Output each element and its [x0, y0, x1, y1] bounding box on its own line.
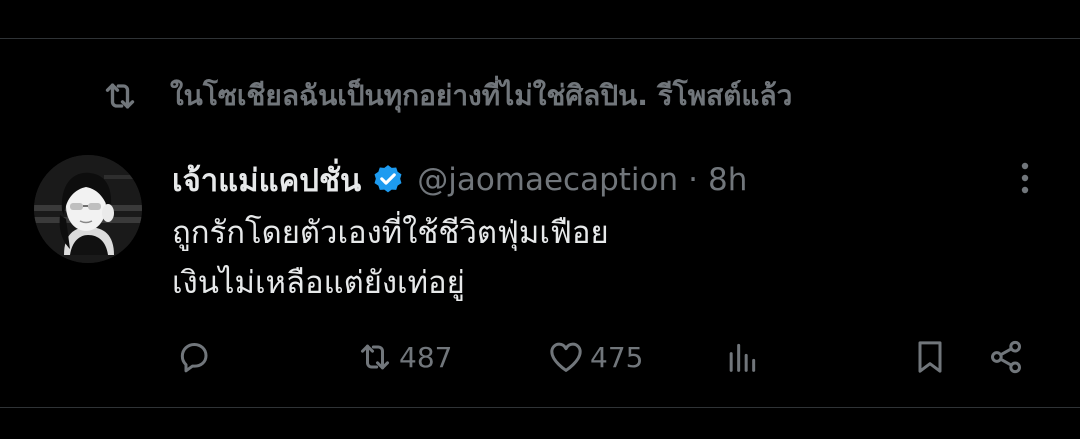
- like-count: 475: [590, 340, 644, 374]
- tweet-header: เจ้าแม่แคปชั่น @jaomaecaption · 8h: [172, 154, 747, 206]
- retweet-context-text: ในโซเชียลฉันเป็นทุกอย่างที่ไม่ใช่ศิลปิน.…: [170, 79, 793, 112]
- repost-button[interactable]: 487: [355, 334, 452, 380]
- bottom-divider: [0, 407, 1080, 408]
- more-options-icon[interactable]: [1008, 158, 1042, 198]
- reply-button[interactable]: [174, 334, 218, 380]
- user-handle[interactable]: @jaomaecaption: [417, 162, 678, 198]
- repost-icon: [100, 76, 140, 116]
- share-button[interactable]: [986, 334, 1026, 380]
- share-icon: [986, 337, 1026, 377]
- separator-dot: ·: [688, 162, 699, 198]
- reply-icon: [174, 337, 214, 377]
- bookmark-icon: [910, 337, 950, 377]
- repost-icon: [355, 337, 395, 377]
- timestamp[interactable]: 8h: [708, 162, 747, 198]
- heart-icon: [546, 337, 586, 377]
- tweet-text-line: เงินไม่เหลือแต่ยังเท่อยู่: [172, 265, 465, 301]
- views-button[interactable]: [722, 334, 762, 380]
- avatar[interactable]: [34, 155, 142, 263]
- top-divider: [0, 38, 1080, 39]
- repost-count: 487: [399, 340, 453, 374]
- like-button[interactable]: 475: [546, 334, 643, 380]
- tweet-text: ถูกรักโดยตัวเองที่ใช้ชีวิตฟุ่มเฟือย เงิน…: [172, 208, 609, 308]
- analytics-icon: [722, 337, 762, 377]
- tweet-text-line: ถูกรักโดยตัวเองที่ใช้ชีวิตฟุ่มเฟือย: [172, 215, 609, 251]
- retweet-context[interactable]: ในโซเชียลฉันเป็นทุกอย่างที่ไม่ใช่ศิลปิน.…: [100, 72, 792, 120]
- display-name[interactable]: เจ้าแม่แคปชั่น: [172, 155, 361, 205]
- verified-badge-icon[interactable]: [371, 163, 405, 197]
- bookmark-button[interactable]: [910, 334, 950, 380]
